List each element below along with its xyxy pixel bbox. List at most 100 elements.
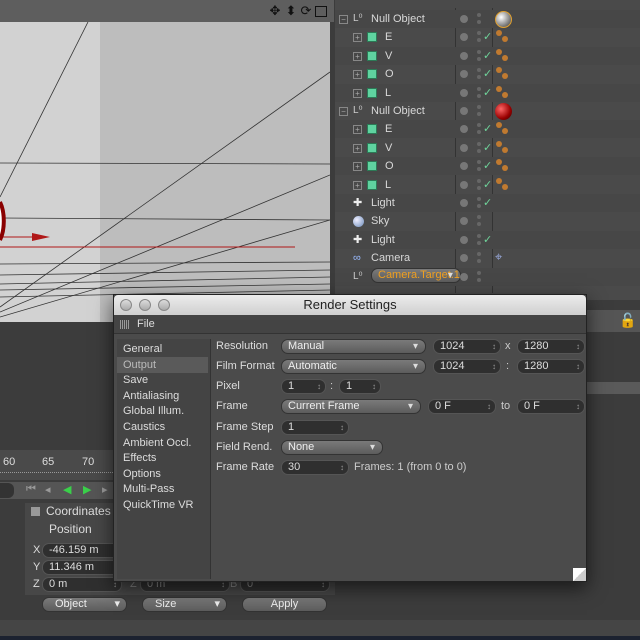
expand-icon[interactable]: + bbox=[353, 70, 362, 80]
file-menu[interactable]: File bbox=[137, 315, 155, 334]
render-dots[interactable] bbox=[477, 141, 481, 146]
render-dots[interactable] bbox=[477, 252, 481, 257]
object-row[interactable]: ✚ Light ✓ bbox=[335, 194, 640, 212]
maximize-icon[interactable] bbox=[315, 6, 327, 17]
frame-field[interactable] bbox=[0, 483, 14, 498]
expand-icon[interactable]: + bbox=[353, 162, 362, 172]
enabled-check-icon[interactable]: ✓ bbox=[483, 47, 492, 65]
section-item[interactable]: Multi-Pass bbox=[120, 481, 211, 497]
section-item[interactable]: Antialiasing bbox=[120, 388, 211, 404]
resolution-height-field[interactable]: 1280 bbox=[517, 339, 585, 354]
enabled-check-icon[interactable]: ✓ bbox=[483, 120, 492, 138]
material-tag-icon[interactable] bbox=[495, 11, 512, 28]
frame-range-dropdown[interactable]: Current Frame bbox=[281, 399, 421, 414]
object-row[interactable]: L⁰ Camera.Target.1 bbox=[335, 267, 640, 286]
render-dots[interactable] bbox=[477, 270, 481, 275]
enabled-check-icon[interactable]: ✓ bbox=[483, 157, 492, 175]
frame-to-field[interactable]: 0 F bbox=[517, 399, 585, 414]
visibility-dot[interactable] bbox=[460, 15, 468, 23]
render-dots[interactable] bbox=[477, 105, 481, 109]
pixel-a-field[interactable]: 1 bbox=[281, 379, 326, 394]
render-dots[interactable] bbox=[477, 123, 481, 128]
frame-from-field[interactable]: 0 F bbox=[428, 399, 496, 414]
viewport-3d[interactable] bbox=[0, 22, 330, 322]
render-dots[interactable] bbox=[477, 233, 481, 238]
expand-icon[interactable]: + bbox=[353, 125, 362, 135]
expand-icon[interactable]: + bbox=[353, 51, 362, 61]
enabled-check-icon[interactable]: ✓ bbox=[483, 231, 492, 249]
expand-icon[interactable]: + bbox=[353, 143, 362, 153]
collapse-icon[interactable]: − bbox=[339, 107, 348, 116]
object-mode-dropdown[interactable]: Object ▾ bbox=[42, 597, 127, 612]
object-row[interactable]: − L⁰ Null Object bbox=[335, 102, 640, 120]
enabled-check-icon[interactable]: ✓ bbox=[483, 84, 492, 102]
enabled-check-icon[interactable]: ✓ bbox=[483, 65, 492, 83]
close-button[interactable] bbox=[120, 299, 132, 311]
size-mode-dropdown[interactable]: Size ▾ bbox=[142, 597, 227, 612]
enabled-check-icon[interactable]: ✓ bbox=[483, 194, 492, 212]
section-item[interactable]: Output bbox=[117, 356, 208, 373]
visibility-dot[interactable] bbox=[460, 88, 468, 97]
render-dots[interactable] bbox=[477, 160, 481, 165]
visibility-dot[interactable] bbox=[460, 199, 468, 207]
visibility-dot[interactable] bbox=[460, 217, 468, 226]
object-row[interactable]: Sky bbox=[335, 212, 640, 230]
go-to-start-icon[interactable]: ⏮ bbox=[26, 483, 36, 496]
step-back-icon[interactable]: ◂ bbox=[45, 483, 51, 496]
material-tag-icon[interactable] bbox=[495, 103, 512, 120]
coordinates-checkbox[interactable] bbox=[31, 507, 40, 516]
frame-step-field[interactable]: 1 bbox=[281, 420, 349, 435]
object-row[interactable]: ✚ Light ✓ bbox=[335, 230, 640, 249]
object-row[interactable]: + L ✓ bbox=[335, 83, 640, 102]
enabled-check-icon[interactable]: ✓ bbox=[483, 176, 492, 194]
minimize-button[interactable] bbox=[139, 299, 151, 311]
render-dots[interactable] bbox=[477, 68, 481, 73]
render-dots[interactable] bbox=[477, 197, 481, 201]
film-width-field[interactable]: 1024 bbox=[433, 359, 501, 374]
section-item[interactable]: Ambient Occl. bbox=[120, 435, 211, 451]
object-row[interactable]: ∞ Camera ⌖ bbox=[335, 249, 640, 267]
render-dots[interactable] bbox=[477, 49, 481, 54]
lock-icon[interactable]: 🔓 bbox=[619, 312, 636, 329]
section-item[interactable]: Effects bbox=[120, 450, 211, 466]
expand-icon[interactable]: + bbox=[353, 88, 362, 98]
timeline-ruler[interactable]: 60 65 70 bbox=[0, 450, 113, 480]
visibility-dot[interactable] bbox=[460, 254, 468, 263]
dialog-title-bar[interactable]: Render Settings bbox=[114, 295, 586, 315]
visibility-dot[interactable] bbox=[460, 162, 468, 171]
resize-grip-icon[interactable] bbox=[573, 568, 586, 581]
grip-icon[interactable] bbox=[120, 320, 129, 329]
visibility-dot[interactable] bbox=[460, 107, 468, 115]
play-backward-icon[interactable]: ◀ bbox=[63, 483, 71, 496]
rotate-icon[interactable]: ⟳ bbox=[299, 4, 313, 18]
expand-icon[interactable]: + bbox=[353, 180, 362, 190]
visibility-dot[interactable] bbox=[460, 125, 468, 134]
pixel-b-field[interactable]: 1 bbox=[339, 379, 381, 394]
object-row[interactable]: + O ✓ bbox=[335, 157, 640, 176]
section-item[interactable]: Global Illum. bbox=[120, 403, 211, 419]
step-forward-icon[interactable]: ▸ bbox=[102, 483, 108, 496]
dolly-icon[interactable]: ⬍ bbox=[284, 4, 298, 18]
resolution-preset-dropdown[interactable]: Manual bbox=[281, 339, 426, 354]
visibility-dot[interactable] bbox=[460, 272, 468, 281]
object-row[interactable]: + O ✓ bbox=[335, 65, 640, 83]
collapse-icon[interactable]: − bbox=[339, 15, 348, 24]
visibility-dot[interactable] bbox=[460, 33, 468, 42]
move-icon[interactable]: ✥ bbox=[268, 4, 282, 18]
visibility-dot[interactable] bbox=[460, 180, 468, 189]
visibility-dot[interactable] bbox=[460, 235, 468, 244]
zoom-button[interactable] bbox=[158, 299, 170, 311]
section-item[interactable]: QuickTime VR bbox=[120, 497, 211, 513]
apply-button[interactable]: Apply bbox=[242, 597, 327, 612]
object-row[interactable]: + L ✓ bbox=[335, 176, 640, 194]
frame-rate-field[interactable]: 30 bbox=[281, 460, 349, 475]
object-row[interactable]: − L⁰ Null Object bbox=[335, 10, 640, 28]
target-tag-icon[interactable]: ⌖ bbox=[495, 248, 502, 266]
render-dots[interactable] bbox=[477, 86, 481, 91]
film-format-dropdown[interactable]: Automatic bbox=[281, 359, 426, 374]
position-z-field[interactable]: 0 m bbox=[42, 577, 122, 592]
expand-icon[interactable]: + bbox=[353, 33, 362, 43]
enabled-check-icon[interactable]: ✓ bbox=[483, 139, 492, 157]
play-forward-icon[interactable]: ▶ bbox=[83, 483, 91, 496]
render-dots[interactable] bbox=[477, 31, 481, 36]
